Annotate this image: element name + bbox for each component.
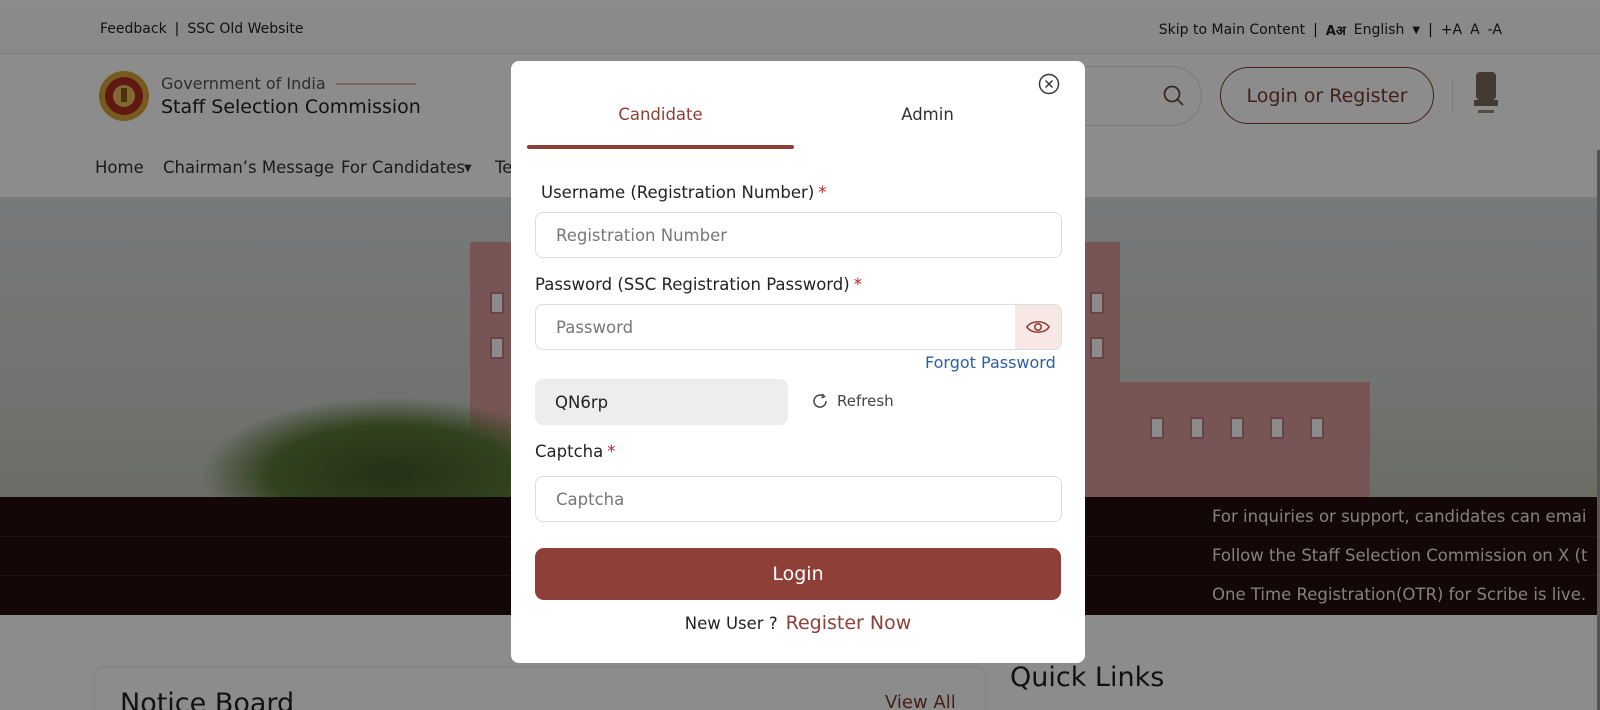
captcha-image: QN6rp <box>535 379 788 425</box>
login-modal: Candidate Admin Username (Registration N… <box>511 61 1085 663</box>
login-button[interactable]: Login <box>535 548 1061 600</box>
captcha-label-text: Captcha <box>535 442 604 461</box>
required-mark: * <box>818 183 827 202</box>
username-input[interactable] <box>535 212 1062 258</box>
close-icon[interactable] <box>1038 73 1060 95</box>
page: Feedback | SSC Old Website Skip to Main … <box>0 0 1600 710</box>
new-user-text: New User ? <box>684 614 778 633</box>
toggle-password-button[interactable] <box>1015 304 1062 350</box>
refresh-label: Refresh <box>837 392 894 410</box>
captcha-input[interactable] <box>535 476 1062 522</box>
password-label-text: Password (SSC Registration Password) <box>535 275 850 294</box>
refresh-captcha-button[interactable]: Refresh <box>811 392 894 410</box>
username-label-text: Username (Registration Number) <box>541 183 815 202</box>
eye-icon <box>1026 320 1050 334</box>
password-label: Password (SSC Registration Password) * <box>535 275 862 294</box>
register-now-link[interactable]: Register Now <box>786 612 912 634</box>
forgot-password-link[interactable]: Forgot Password <box>925 353 1056 372</box>
login-tabs: Candidate Admin <box>527 105 1061 149</box>
refresh-icon <box>813 393 827 408</box>
required-mark: * <box>607 442 616 461</box>
captcha-label: Captcha * <box>535 442 615 461</box>
password-input[interactable] <box>535 304 1017 350</box>
tab-admin[interactable]: Admin <box>794 105 1061 124</box>
tab-candidate[interactable]: Candidate <box>527 105 794 124</box>
active-tab-indicator <box>527 145 794 149</box>
username-label: Username (Registration Number) * <box>541 183 827 202</box>
new-user-row: New User ? Register Now <box>511 612 1085 634</box>
required-mark: * <box>853 275 862 294</box>
